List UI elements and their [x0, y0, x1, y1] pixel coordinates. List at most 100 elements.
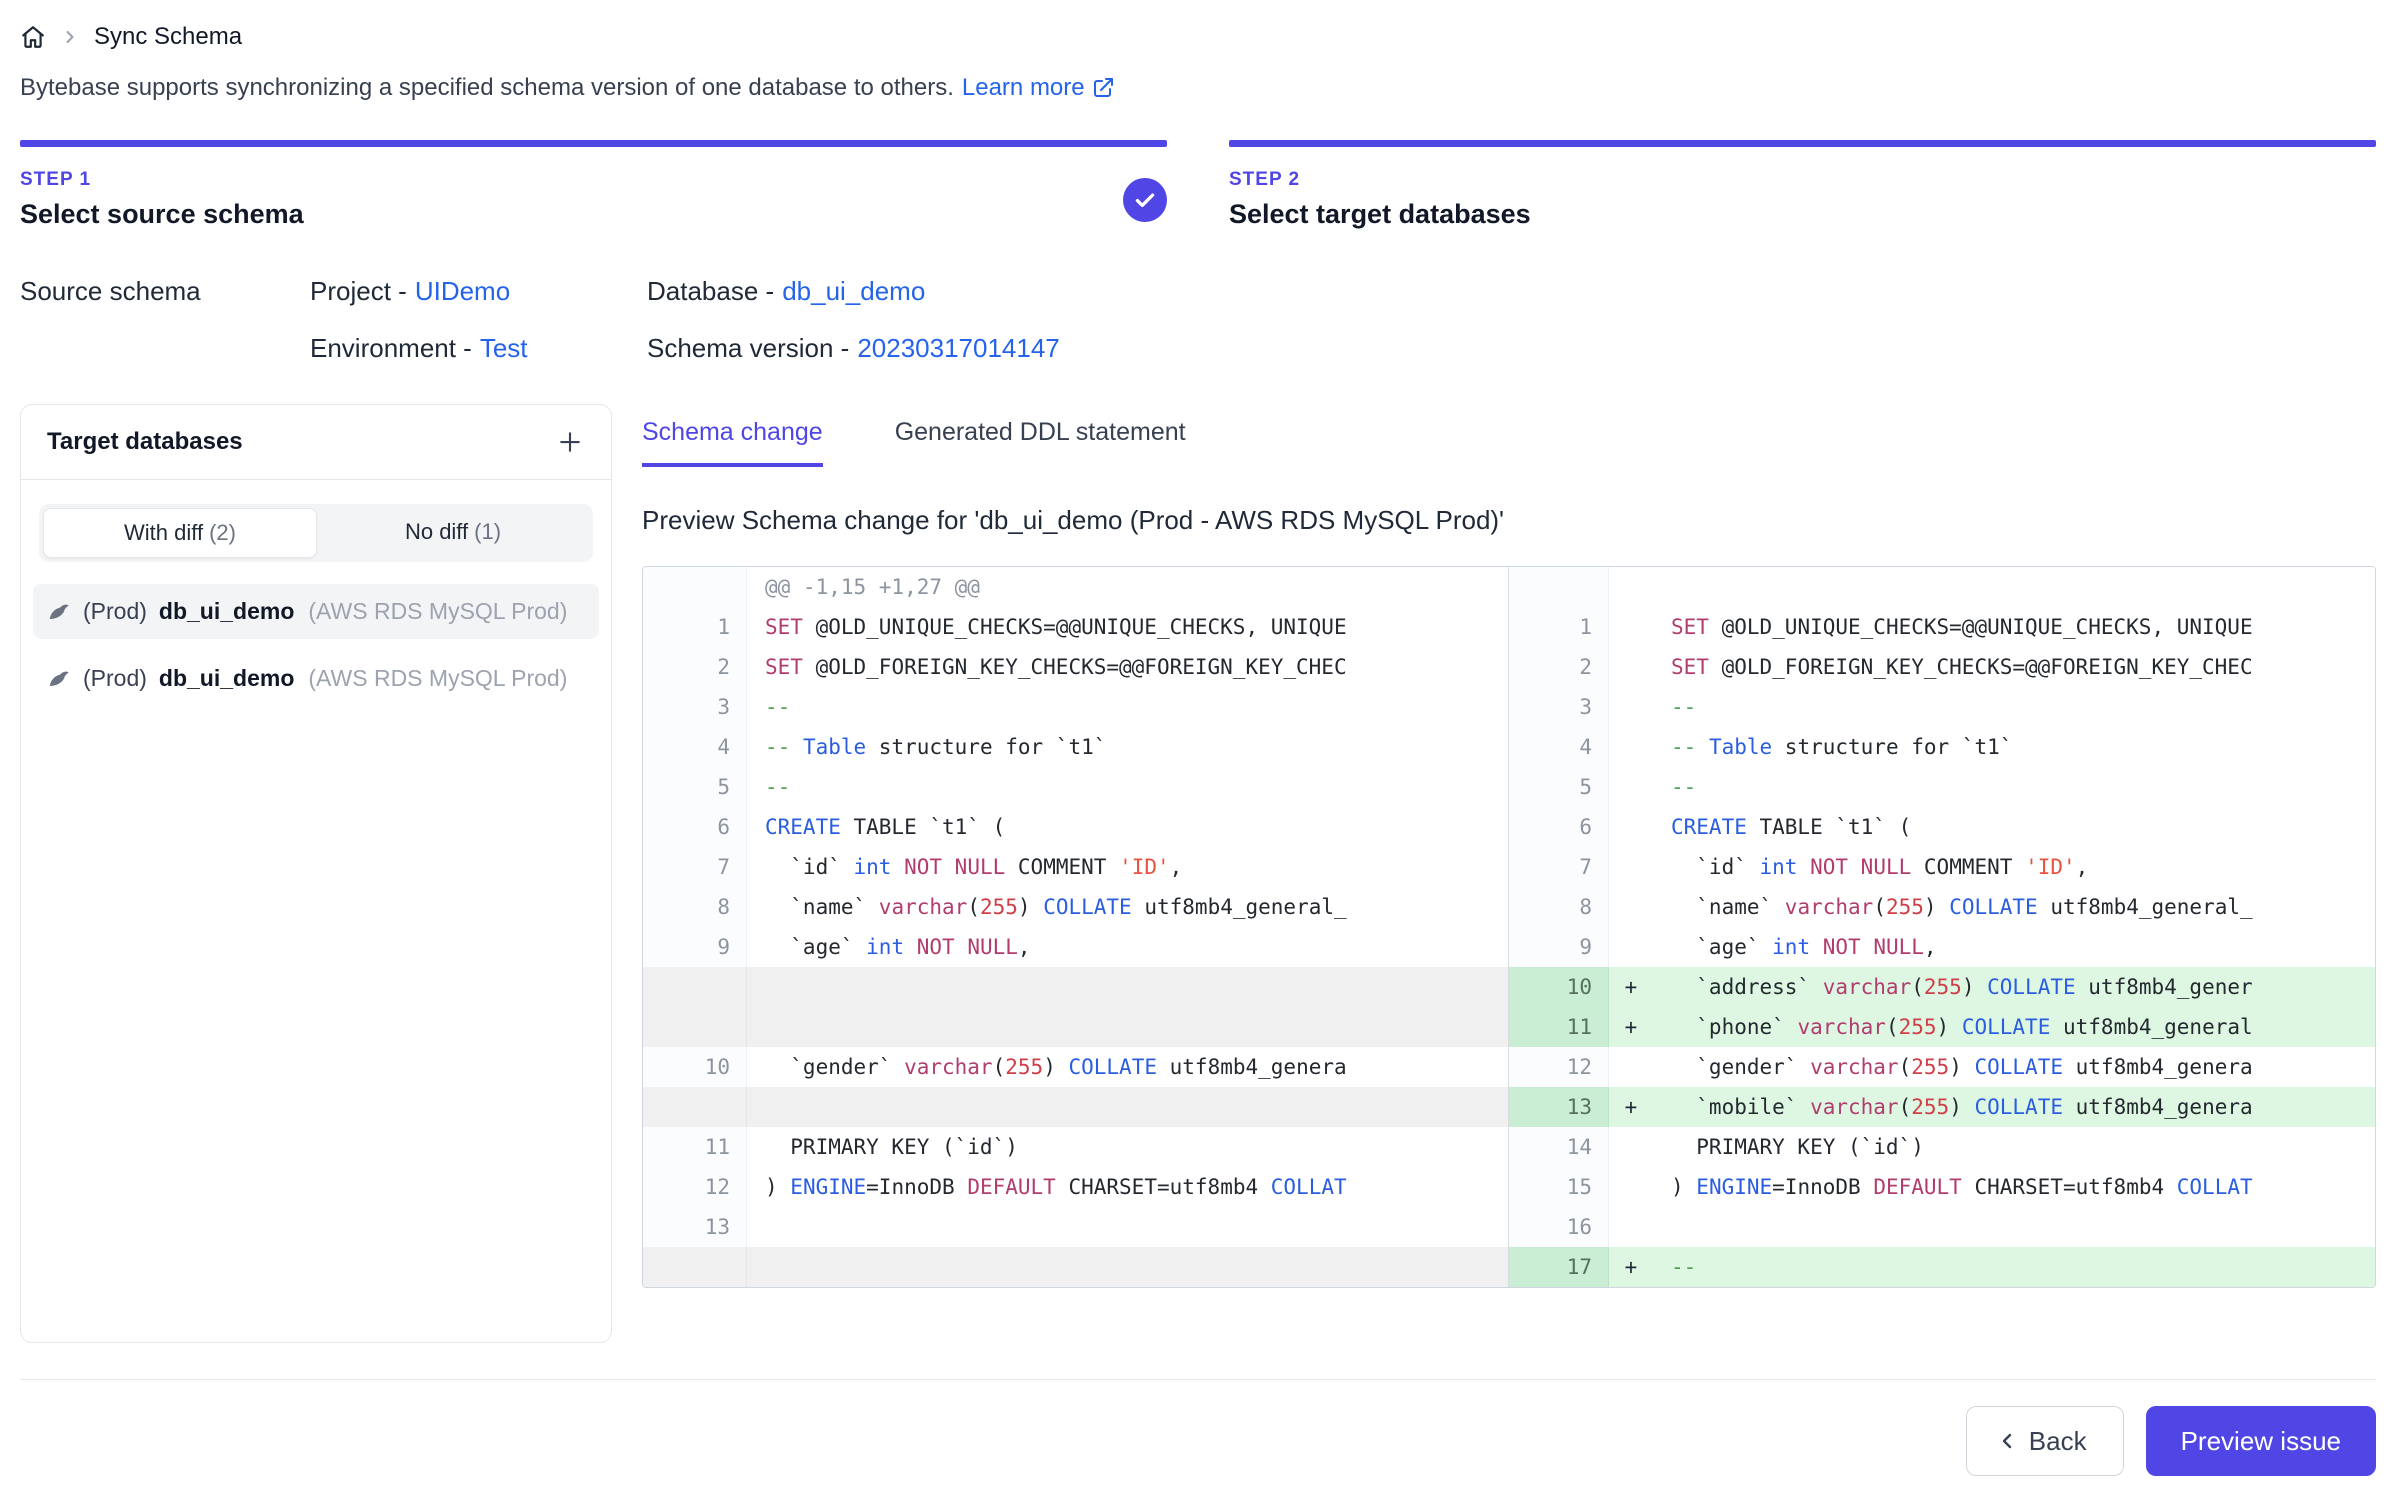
line-number: 13	[643, 1207, 747, 1247]
step-2-label: STEP 2	[1229, 169, 1531, 191]
home-icon[interactable]	[20, 24, 46, 50]
tab-no-diff-label: No diff	[405, 519, 468, 544]
mysql-engine-icon	[47, 666, 73, 692]
diff-row: 3--3--	[643, 687, 2375, 727]
target-database-list: (Prod) db_ui_demo (AWS RDS MySQL Prod) (…	[21, 584, 611, 706]
environment-link[interactable]: Test	[480, 333, 528, 363]
target-database-item[interactable]: (Prod) db_ui_demo (AWS RDS MySQL Prod)	[33, 584, 599, 639]
source-environment: Environment -Test	[310, 333, 647, 364]
diff-add-marker: +	[1609, 1247, 1653, 1287]
diff-half-r: 4-- Table structure for `t1`	[1509, 727, 2375, 767]
schema-preview-section: Schema change Generated DDL statement Pr…	[642, 404, 2376, 1343]
step-2: STEP 2 Select target databases	[1229, 140, 2376, 230]
line-number: 7	[1509, 847, 1609, 887]
intro-row: Bytebase supports synchronizing a specif…	[20, 74, 2376, 102]
code-line: CREATE TABLE `t1` (	[1653, 807, 2375, 847]
diff-half-r: 13+ `mobile` varchar(255) COLLATE utf8mb…	[1509, 1087, 2375, 1127]
diff-half-l	[643, 1247, 1509, 1287]
diff-half-l: 8 `name` varchar(255) COLLATE utf8mb4_ge…	[643, 887, 1509, 927]
code-line: `mobile` varchar(255) COLLATE utf8mb4_ge…	[1653, 1087, 2375, 1127]
line-number: 4	[1509, 727, 1609, 767]
diff-row: 13+ `mobile` varchar(255) COLLATE utf8mb…	[643, 1087, 2375, 1127]
code-line	[747, 1007, 1508, 1047]
code-line: --	[747, 687, 1508, 727]
tab-schema-change[interactable]: Schema change	[642, 418, 823, 467]
diff-half-r: 16	[1509, 1207, 2375, 1247]
code-line: SET @OLD_FOREIGN_KEY_CHECKS=@@FOREIGN_KE…	[1653, 647, 2375, 687]
database-label: Database -	[647, 276, 774, 306]
target-databases-header: Target databases	[21, 405, 611, 480]
diff-add-marker: +	[1609, 1087, 1653, 1127]
line-number	[1509, 567, 1609, 607]
project-label: Project -	[310, 276, 407, 306]
learn-more-link[interactable]: Learn more	[962, 74, 1115, 102]
line-number: 9	[643, 927, 747, 967]
code-line: `phone` varchar(255) COLLATE utf8mb4_gen…	[1653, 1007, 2375, 1047]
learn-more-label: Learn more	[962, 74, 1085, 102]
diff-add-marker	[1609, 1167, 1653, 1207]
step-1-label: STEP 1	[20, 169, 304, 191]
line-number: 12	[1509, 1047, 1609, 1087]
tab-no-diff[interactable]: No diff(1)	[317, 508, 589, 558]
main-area: Target databases With diff(2) No diff(1)…	[20, 404, 2376, 1343]
diff-row: 13 16	[643, 1207, 2375, 1247]
code-line: @@ -1,15 +1,27 @@	[747, 567, 1508, 607]
diff-row: 11 PRIMARY KEY (`id`)14 PRIMARY KEY (`id…	[643, 1127, 2375, 1167]
line-number: 5	[1509, 767, 1609, 807]
step-2-progress-bar	[1229, 140, 2376, 147]
code-line	[747, 1247, 1508, 1287]
diff-half-r: 15 ) ENGINE=InnoDB DEFAULT CHARSET=utf8mb…	[1509, 1167, 2375, 1207]
step-1-title: Select source schema	[20, 199, 304, 230]
code-line: -- Table structure for `t1`	[747, 727, 1508, 767]
diff-add-marker	[1609, 767, 1653, 807]
line-number: 15	[1509, 1167, 1609, 1207]
breadcrumb: Sync Schema	[20, 16, 2376, 58]
diff-add-marker	[1609, 1127, 1653, 1167]
database-link[interactable]: db_ui_demo	[782, 276, 925, 306]
diff-half-r: 3--	[1509, 687, 2375, 727]
diff-half-l: 1SET @OLD_UNIQUE_CHECKS=@@UNIQUE_CHECKS,…	[643, 607, 1509, 647]
add-target-database-button[interactable]	[555, 427, 585, 457]
db-name: db_ui_demo	[159, 598, 294, 625]
project-link[interactable]: UIDemo	[415, 276, 510, 306]
preview-issue-button[interactable]: Preview issue	[2146, 1406, 2376, 1476]
code-line: ) ENGINE=InnoDB DEFAULT CHARSET=utf8mb4 …	[1653, 1167, 2375, 1207]
schema-version-link[interactable]: 20230317014147	[857, 333, 1059, 363]
code-line: SET @OLD_UNIQUE_CHECKS=@@UNIQUE_CHECKS, …	[1653, 607, 2375, 647]
diff-row: 17+--	[643, 1247, 2375, 1287]
code-line	[747, 1207, 1508, 1247]
line-number	[643, 567, 747, 607]
diff-half-l: 4-- Table structure for `t1`	[643, 727, 1509, 767]
diff-row: @@ -1,15 +1,27 @@	[643, 567, 2375, 607]
diff-add-marker	[1609, 927, 1653, 967]
tab-generated-ddl[interactable]: Generated DDL statement	[895, 418, 1186, 467]
code-line: ) ENGINE=InnoDB DEFAULT CHARSET=utf8mb4 …	[747, 1167, 1508, 1207]
schema-version-label: Schema version -	[647, 333, 849, 363]
diff-row: 9 `age` int NOT NULL,9 `age` int NOT NUL…	[643, 927, 2375, 967]
diff-half-l: 13	[643, 1207, 1509, 1247]
diff-add-marker	[1609, 1047, 1653, 1087]
tab-with-diff[interactable]: With diff(2)	[43, 508, 317, 558]
diff-row: 5--5--	[643, 767, 2375, 807]
back-button[interactable]: Back	[1966, 1406, 2124, 1476]
stepper: STEP 1 Select source schema STEP 2 Selec…	[20, 140, 2376, 230]
line-number	[643, 967, 747, 1007]
diff-half-r: 11+ `phone` varchar(255) COLLATE utf8mb4…	[1509, 1007, 2375, 1047]
diff-half-l: 10 `gender` varchar(255) COLLATE utf8mb4…	[643, 1047, 1509, 1087]
target-database-item[interactable]: (Prod) db_ui_demo (AWS RDS MySQL Prod)	[33, 651, 599, 706]
page-title: Sync Schema	[94, 23, 242, 51]
footer-actions: Back Preview issue	[20, 1379, 2376, 1504]
diff-half-l: 2SET @OLD_FOREIGN_KEY_CHECKS=@@FOREIGN_K…	[643, 647, 1509, 687]
line-number: 11	[643, 1127, 747, 1167]
line-number: 16	[1509, 1207, 1609, 1247]
line-number: 17	[1509, 1247, 1609, 1287]
code-line: --	[747, 767, 1508, 807]
db-environment: (Prod)	[83, 598, 147, 625]
code-line: `age` int NOT NULL,	[1653, 927, 2375, 967]
step-1: STEP 1 Select source schema	[20, 140, 1167, 230]
target-databases-panel: Target databases With diff(2) No diff(1)…	[20, 404, 612, 1343]
diff-add-marker	[1609, 807, 1653, 847]
diff-half-r: 9 `age` int NOT NULL,	[1509, 927, 2375, 967]
diff-add-marker	[1609, 1207, 1653, 1247]
diff-half-r: 14 PRIMARY KEY (`id`)	[1509, 1127, 2375, 1167]
